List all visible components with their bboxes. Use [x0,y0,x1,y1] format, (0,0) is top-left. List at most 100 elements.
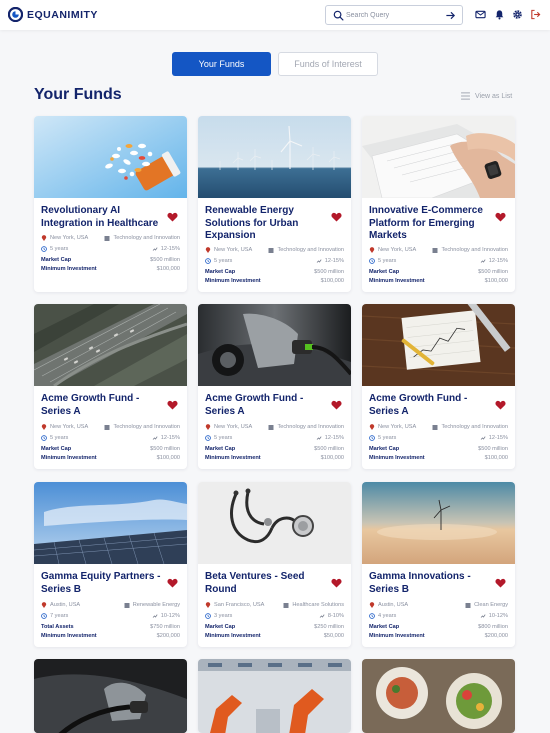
metric-value: $800 million [478,624,508,630]
heart-icon[interactable] [495,212,506,222]
location-pin-icon [41,235,47,241]
fund-location: Austin, USA [378,602,409,608]
fund-term: 5 years [50,435,69,441]
fund-card[interactable]: Acme Growth Fund - Series A New York, US… [362,304,515,469]
return-icon [152,247,158,251]
fund-return: 12-15% [324,258,344,264]
fund-card[interactable]: Innovative E-Commerce Platform for Emerg… [362,116,515,292]
clock-icon [41,246,47,252]
location-pin-icon [41,602,47,608]
fund-card[interactable]: Revolutionary AI Integration in Healthca… [34,116,187,292]
fund-term: 7 years [50,613,69,619]
arrow-right-icon[interactable] [445,10,456,21]
location-pin-icon [369,602,375,608]
fund-title[interactable]: Gamma Innovations - Series B [369,571,495,596]
clock-icon [369,258,375,264]
fund-image-ev-plug [34,659,187,733]
fund-card[interactable]: Acme Growth Fund - Series A New York, US… [198,304,351,469]
min-investment-label: Minimum Investment [205,633,261,639]
heart-icon[interactable] [167,578,178,588]
fund-card[interactable] [198,659,351,733]
fund-sector: Technology and Innovation [441,247,508,253]
fund-sector: Technology and Innovation [277,424,344,430]
heart-icon[interactable] [167,400,178,410]
fund-return: 12-15% [488,258,508,264]
heart-icon[interactable] [331,400,342,410]
location-pin-icon [369,424,375,430]
fund-image-wind-farm [198,116,351,198]
min-investment-label: Minimum Investment [41,266,97,272]
search-icon [333,10,344,21]
fund-title[interactable]: Acme Growth Fund - Series A [205,393,331,418]
min-investment-value: $200,000 [484,633,508,639]
min-investment-value: $100,000 [484,455,508,461]
min-investment-label: Minimum Investment [205,278,261,284]
fund-return: 12-15% [160,435,180,441]
gear-icon[interactable] [512,9,523,20]
fund-card[interactable] [34,659,187,733]
fund-term: 5 years [378,435,397,441]
logout-icon[interactable] [530,9,541,20]
fund-location: New York, USA [50,424,89,430]
search-input[interactable] [346,8,442,22]
metric-label: Market Cap [369,624,400,630]
fund-title[interactable]: Renewable Energy Solutions for Urban Exp… [205,205,331,243]
min-investment-label: Minimum Investment [369,278,425,284]
tab-funds-of-interest[interactable]: Funds of Interest [278,52,378,76]
metric-value: $500 million [478,269,508,275]
mail-icon[interactable] [475,9,486,20]
return-icon [480,614,486,618]
fund-card[interactable]: Gamma Equity Partners - Series B Austin,… [34,482,187,647]
tab-your-funds[interactable]: Your Funds [172,52,271,76]
metric-label: Market Cap [41,257,72,263]
fund-image-food [362,659,515,733]
building-icon [432,425,438,430]
fund-card[interactable]: Acme Growth Fund - Series A New York, US… [34,304,187,469]
fund-title[interactable]: Acme Growth Fund - Series A [369,393,495,418]
fund-sector: Healthcare Solutions [292,602,344,608]
location-pin-icon [205,602,211,608]
fund-card[interactable]: Gamma Innovations - Series B Austin, USA… [362,482,515,647]
return-icon [316,436,322,440]
clock-icon [369,435,375,441]
location-pin-icon [205,424,211,430]
location-pin-icon [369,247,375,253]
brand-name: EQUANIMITY [27,9,98,21]
fund-title[interactable]: Revolutionary AI Integration in Healthca… [41,205,167,230]
page-title: Your Funds [34,86,122,103]
search-box[interactable] [325,5,463,25]
fund-card[interactable] [362,659,515,733]
heart-icon[interactable] [331,578,342,588]
min-investment-label: Minimum Investment [41,455,97,461]
heart-icon[interactable] [331,212,342,222]
fund-return: 10-12% [488,613,508,619]
fund-title[interactable]: Gamma Equity Partners - Series B [41,571,167,596]
clock-icon [205,258,211,264]
bell-icon[interactable] [494,9,505,20]
metric-label: Market Cap [41,446,72,452]
view-as-list-toggle[interactable]: View as List [461,92,512,100]
heart-icon[interactable] [495,400,506,410]
fund-image-laptop [362,116,515,198]
metric-label: Market Cap [369,446,400,452]
fund-image-turbine-sunset [362,482,515,564]
fund-title[interactable]: Beta Ventures - Seed Round [205,571,331,596]
metric-label: Market Cap [205,446,236,452]
fund-title[interactable]: Innovative E-Commerce Platform for Emerg… [369,205,495,243]
fund-return: 10-12% [160,613,180,619]
metric-value: $500 million [314,269,344,275]
heart-icon[interactable] [167,212,178,222]
fund-card[interactable]: Renewable Energy Solutions for Urban Exp… [198,116,351,292]
fund-card[interactable]: Beta Ventures - Seed Round San Francisco… [198,482,351,647]
min-investment-label: Minimum Investment [369,633,425,639]
return-icon [152,436,158,440]
min-investment-value: $100,000 [320,455,344,461]
fund-image-chart-desk [362,304,515,386]
clock-icon [41,435,47,441]
equanimity-logo-icon[interactable] [8,7,23,22]
fund-term: 5 years [214,435,233,441]
fund-sector: Technology and Innovation [113,424,180,430]
fund-return: 12-15% [160,246,180,252]
fund-title[interactable]: Acme Growth Fund - Series A [41,393,167,418]
heart-icon[interactable] [495,578,506,588]
